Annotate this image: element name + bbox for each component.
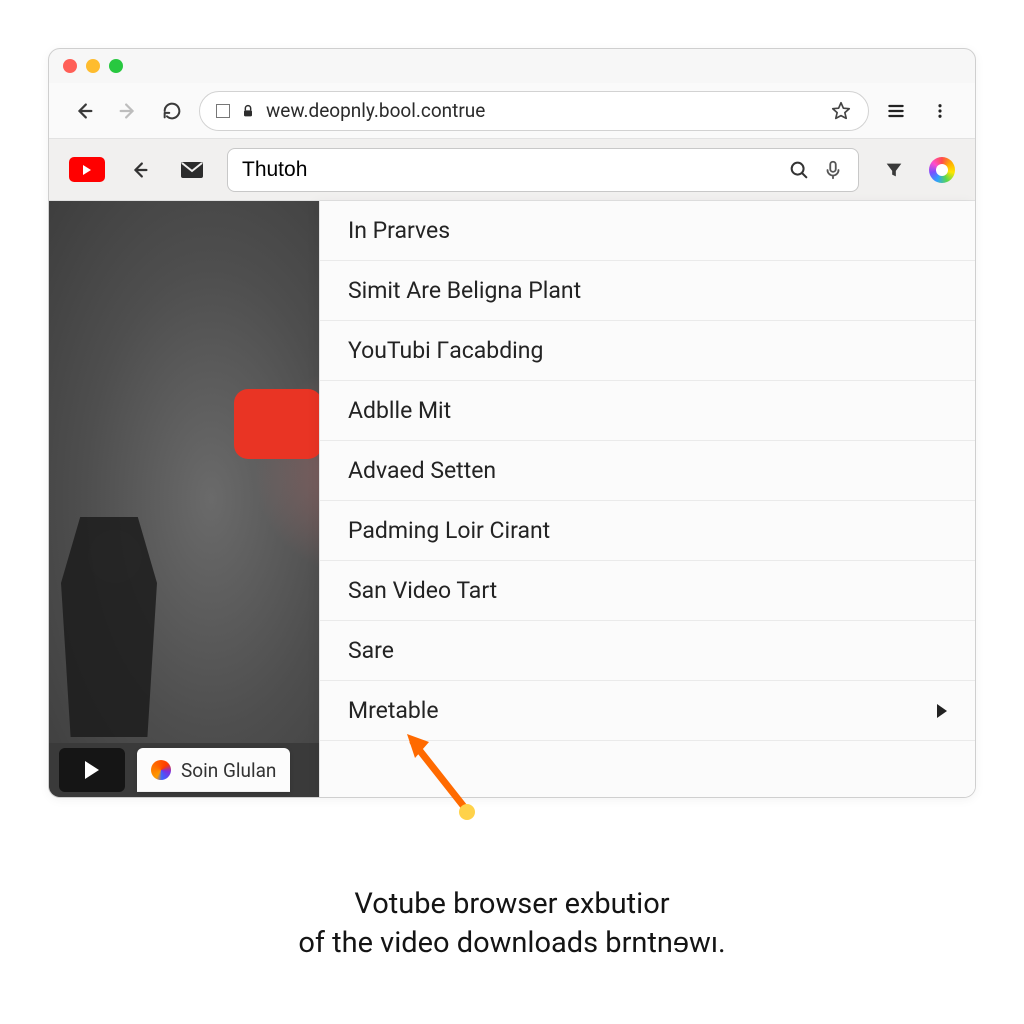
address-bar[interactable]: wew.deopnly.bool.contrue <box>199 91 869 131</box>
back-button[interactable] <box>67 94 101 128</box>
play-icon <box>83 165 91 175</box>
suggestion-item[interactable]: Simit Are Beligna Plant <box>320 261 975 321</box>
page-icon <box>216 104 230 118</box>
url-text: wew.deopnly.bool.contrue <box>266 99 485 122</box>
firefox-icon <box>151 760 171 780</box>
mail-icon <box>180 161 204 179</box>
suggestion-label: San Video Tart <box>348 577 497 604</box>
suggestion-item[interactable]: In Prarves <box>320 201 975 261</box>
caption-line-2: of the video downloads brntnɘwı. <box>0 924 1024 963</box>
arrow-right-icon <box>117 100 139 122</box>
arrow-left-icon <box>129 159 151 181</box>
window-zoom-button[interactable] <box>109 59 123 73</box>
browser-window: wew.deopnly.bool.contrue <box>48 48 976 798</box>
search-icon[interactable] <box>788 159 810 181</box>
suggestion-label: Adblle Mit <box>348 397 451 424</box>
suggestion-label: YouTubi Гacabding <box>348 337 543 364</box>
suggestion-item[interactable]: Adblle Mit <box>320 381 975 441</box>
extension-button[interactable] <box>929 157 955 183</box>
content-area: Soin Glulan In Prarves Simit Are Beligna… <box>49 201 975 797</box>
chevron-right-icon <box>937 704 947 718</box>
suggestion-label: Advaed Setten <box>348 457 496 484</box>
suggestion-item-submenu[interactable]: Mretable <box>320 681 975 741</box>
reader-button[interactable] <box>879 94 913 128</box>
youtube-logo[interactable] <box>69 157 105 182</box>
list-icon <box>885 101 907 121</box>
lock-icon <box>240 103 256 119</box>
window-titlebar <box>49 49 975 83</box>
suggestion-item[interactable]: YouTubi Гacabding <box>320 321 975 381</box>
suggestion-label: Padming Loir Cirant <box>348 517 550 544</box>
kebab-icon <box>931 100 949 122</box>
play-icon <box>85 761 99 779</box>
suggestion-label: Mretable <box>348 697 439 724</box>
window-close-button[interactable] <box>63 59 77 73</box>
tab-label: Soin Glulan <box>181 759 276 782</box>
browser-navbar: wew.deopnly.bool.contrue <box>49 83 975 139</box>
funnel-icon <box>883 159 905 181</box>
filter-button[interactable] <box>877 153 911 187</box>
suggestion-item[interactable]: Sare <box>320 621 975 681</box>
suggestion-label: In Prarves <box>348 217 450 244</box>
suggestion-item[interactable]: Padming Loir Cirant <box>320 501 975 561</box>
video-thumbnail: Soin Glulan <box>49 201 319 797</box>
youtube-play-badge <box>234 389 322 459</box>
toolbar-back-button[interactable] <box>123 153 157 187</box>
arrow-left-icon <box>73 100 95 122</box>
mic-icon[interactable] <box>822 159 844 181</box>
window-minimize-button[interactable] <box>86 59 100 73</box>
reload-button[interactable] <box>155 94 189 128</box>
mail-button[interactable] <box>175 153 209 187</box>
suggestion-item[interactable]: Advaed Setten <box>320 441 975 501</box>
bottom-bar: Soin Glulan <box>49 743 319 797</box>
search-input[interactable] <box>242 158 776 182</box>
person-silhouette <box>49 517 169 737</box>
suggestion-item[interactable]: San Video Tart <box>320 561 975 621</box>
app-toolbar <box>49 139 975 201</box>
star-icon[interactable] <box>830 100 852 122</box>
play-button[interactable] <box>59 748 125 792</box>
suggestion-label: Simit Are Beligna Plant <box>348 277 581 304</box>
forward-button[interactable] <box>111 94 145 128</box>
reload-icon <box>161 100 183 122</box>
search-bar[interactable] <box>227 148 859 192</box>
caption-line-1: Votube browser exbutior <box>0 885 1024 924</box>
caption-text: Votube browser exbutior of the video dow… <box>0 885 1024 963</box>
menu-button[interactable] <box>923 94 957 128</box>
suggestions-dropdown: In Prarves Simit Are Beligna Plant YouTu… <box>319 201 975 797</box>
browser-tab[interactable]: Soin Glulan <box>137 748 290 792</box>
suggestion-label: Sare <box>348 637 394 664</box>
